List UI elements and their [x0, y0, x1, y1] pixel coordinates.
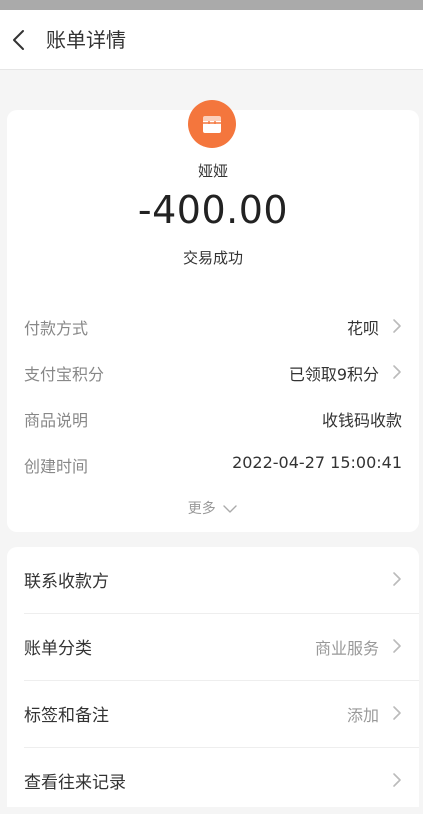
chevron-right-icon [393, 773, 401, 787]
action-label: 查看往来记录 [24, 773, 126, 793]
chevron-right-icon [393, 319, 401, 333]
chevron-right-icon [393, 639, 401, 653]
detail-label: 商品说明 [24, 411, 89, 430]
tags-notes-row[interactable]: 标签和备注 添加 [7, 681, 419, 747]
contact-payee-row[interactable]: 联系收款方 [7, 547, 419, 613]
action-value: 商业服务 [314, 639, 379, 658]
store-icon [188, 100, 236, 148]
detail-value: 2022-04-27 15:00:41 [232, 453, 402, 472]
page-title: 账单详情 [46, 28, 126, 52]
detail-row-created-time: 创建时间 2022-04-27 15:00:41 [7, 444, 419, 484]
detail-label: 支付宝积分 [24, 365, 105, 384]
back-button[interactable] [8, 24, 32, 56]
bill-category-row[interactable]: 账单分类 商业服务 [7, 614, 419, 680]
transaction-amount: -400.00 [137, 188, 289, 232]
detail-value: 收钱码收款 [321, 411, 402, 430]
history-row[interactable]: 查看往来记录 [7, 748, 419, 814]
chevron-right-icon [393, 365, 401, 379]
actions-card: 联系收款方 账单分类 商业服务 标签和备注 添加 查看往来记录 [7, 547, 419, 807]
payee-name: 娅娅 [197, 162, 228, 180]
status-bar [0, 0, 423, 10]
action-label: 标签和备注 [24, 706, 109, 726]
transaction-summary-card: 娅娅 -400.00 交易成功 付款方式 花呗 支付宝积分 已领取9积分 商品说… [7, 100, 419, 532]
detail-row-points[interactable]: 支付宝积分 已领取9积分 [7, 352, 419, 392]
detail-row-description: 商品说明 收钱码收款 [7, 398, 419, 438]
detail-label: 创建时间 [24, 457, 89, 476]
chevron-left-icon [13, 30, 24, 50]
transaction-status: 交易成功 [182, 249, 243, 267]
detail-row-payment-method[interactable]: 付款方式 花呗 [7, 306, 419, 346]
action-label: 联系收款方 [24, 572, 109, 592]
more-toggle[interactable]: 更多 [7, 498, 419, 518]
detail-label: 付款方式 [24, 319, 89, 338]
chevron-right-icon [393, 706, 401, 720]
chevron-down-icon [223, 505, 237, 513]
detail-value: 花呗 [346, 319, 379, 338]
navigation-bar: 账单详情 [0, 10, 423, 70]
more-label: 更多 [187, 501, 216, 517]
detail-value: 已领取9积分 [288, 365, 379, 384]
chevron-right-icon [393, 572, 401, 586]
action-label: 账单分类 [24, 639, 92, 659]
action-value: 添加 [346, 706, 379, 725]
